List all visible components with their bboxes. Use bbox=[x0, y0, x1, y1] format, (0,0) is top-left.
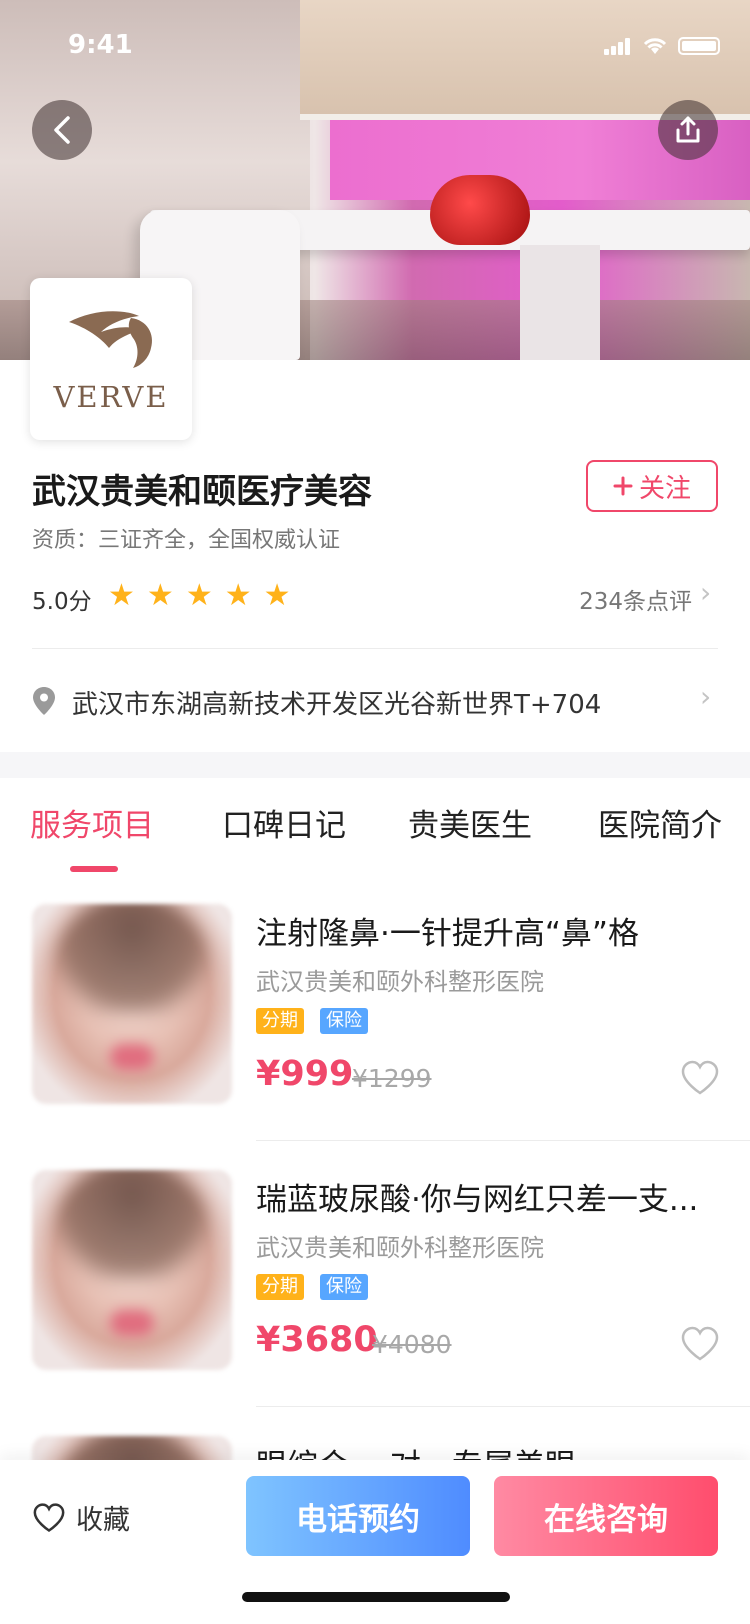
clinic-name: 武汉贵美和颐医疗美容 bbox=[32, 472, 372, 512]
tag-insurance: 保险 bbox=[320, 1008, 368, 1034]
clinic-address[interactable]: 武汉市东湖高新技术开发区光谷新世界T+704 bbox=[72, 684, 601, 721]
service-original-price: ¥4080 bbox=[372, 1330, 452, 1359]
service-item[interactable]: 注射隆鼻·一针提升高“鼻”格 武汉贵美和颐外科整形医院 分期 保险 ¥999 ¥… bbox=[0, 904, 750, 1170]
home-indicator bbox=[242, 1592, 510, 1602]
service-thumbnail bbox=[32, 904, 232, 1104]
status-time: 9:41 bbox=[68, 30, 133, 60]
status-bar: 9:41 bbox=[0, 0, 750, 88]
bottom-action-bar: 收藏 电话预约 在线咨询 bbox=[0, 1460, 750, 1624]
divider bbox=[32, 648, 718, 649]
wifi-icon bbox=[643, 38, 667, 54]
service-item[interactable]: 瑞蓝玻尿酸·你与网红只差一支... 武汉贵美和颐外科整形医院 分期 保险 ¥36… bbox=[0, 1170, 750, 1436]
service-price: ¥999 bbox=[256, 1054, 354, 1094]
tab-doctors[interactable]: 贵美医生 bbox=[408, 800, 532, 845]
signal-icon bbox=[604, 37, 632, 55]
logo-text: VERVE bbox=[53, 380, 169, 414]
wing-logo-icon bbox=[69, 311, 153, 368]
heart-icon bbox=[33, 1502, 65, 1532]
online-consult-button[interactable]: 在线咨询 bbox=[494, 1476, 718, 1556]
plus-icon bbox=[613, 476, 633, 496]
status-icons bbox=[604, 36, 720, 56]
share-button[interactable] bbox=[658, 100, 718, 160]
tag-installment: 分期 bbox=[256, 1008, 304, 1034]
star-icon: ★ bbox=[146, 578, 174, 613]
star-icon: ★ bbox=[224, 578, 252, 613]
clinic-logo: VERVE bbox=[30, 278, 192, 440]
rating-stars: ★ ★ ★ ★ ★ bbox=[108, 578, 291, 614]
follow-button[interactable]: 关注 bbox=[586, 460, 718, 512]
tag-installment: 分期 bbox=[256, 1274, 304, 1300]
tab-bar: 服务项目 口碑日记 贵美医生 医院简介 bbox=[0, 800, 750, 870]
favorite-label: 收藏 bbox=[76, 1505, 130, 1536]
star-icon: ★ bbox=[263, 578, 291, 613]
service-hospital: 武汉贵美和颐外科整形医院 bbox=[256, 1234, 544, 1262]
tab-diary[interactable]: 口碑日记 bbox=[222, 800, 346, 845]
service-hospital: 武汉贵美和颐外科整形医院 bbox=[256, 968, 544, 996]
follow-label: 关注 bbox=[638, 473, 691, 504]
phone-booking-button[interactable]: 电话预约 bbox=[246, 1476, 470, 1556]
reviews-link[interactable]: 234条点评 bbox=[579, 582, 692, 616]
location-pin-icon bbox=[33, 687, 55, 715]
row-divider bbox=[256, 1140, 750, 1141]
favorite-button[interactable]: 收藏 bbox=[32, 1498, 130, 1537]
share-icon bbox=[676, 116, 700, 143]
chevron-right-icon: › bbox=[700, 680, 712, 713]
service-price: ¥3680 bbox=[256, 1320, 378, 1360]
tab-hospital-intro[interactable]: 医院简介 bbox=[598, 800, 722, 845]
service-title: 注射隆鼻·一针提升高“鼻”格 bbox=[256, 916, 639, 952]
back-button[interactable] bbox=[32, 100, 92, 160]
qualification-text: 资质：三证齐全，全国权威认证 bbox=[32, 528, 341, 553]
heart-icon[interactable] bbox=[680, 1060, 720, 1096]
star-icon: ★ bbox=[185, 578, 213, 613]
tab-services[interactable]: 服务项目 bbox=[30, 800, 154, 845]
star-icon: ★ bbox=[108, 578, 135, 613]
section-gap bbox=[0, 752, 750, 778]
service-title: 瑞蓝玻尿酸·你与网红只差一支... bbox=[256, 1182, 699, 1218]
heart-icon[interactable] bbox=[680, 1326, 720, 1362]
rating-score: 5.0分 bbox=[32, 589, 92, 615]
tab-active-indicator bbox=[70, 866, 118, 872]
service-original-price: ¥1299 bbox=[352, 1064, 432, 1093]
service-thumbnail bbox=[32, 1170, 232, 1370]
chevron-right-icon: › bbox=[700, 576, 712, 609]
chevron-left-icon bbox=[54, 116, 70, 144]
tag-insurance: 保险 bbox=[320, 1274, 368, 1300]
row-divider bbox=[256, 1406, 750, 1407]
battery-icon bbox=[678, 37, 720, 55]
